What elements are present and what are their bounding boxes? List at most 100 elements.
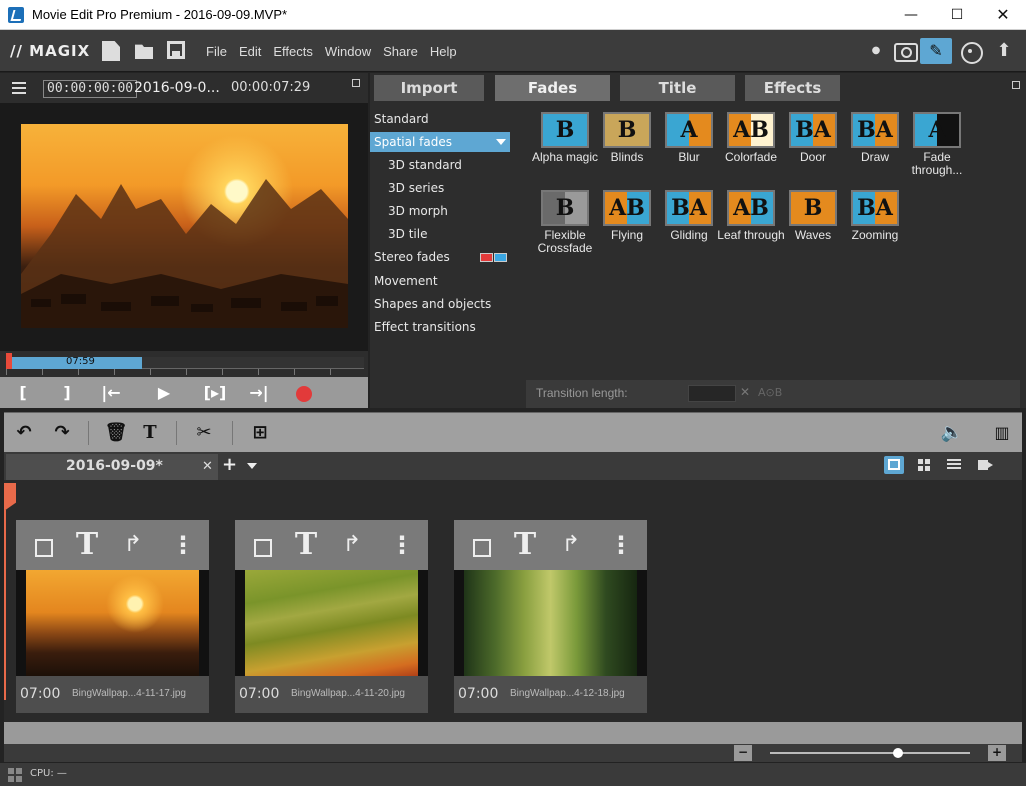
redo-icon[interactable]: ↷: [48, 421, 76, 445]
new-document-icon[interactable]: [102, 41, 120, 61]
fade-fade-through[interactable]: A Fade through...: [906, 109, 968, 183]
timeline-view-button[interactable]: [944, 456, 964, 474]
transition-length-input[interactable]: [688, 385, 736, 402]
clip-rotate-icon[interactable]: ↱: [118, 530, 148, 560]
play-button[interactable]: ▶: [151, 382, 177, 404]
current-timecode[interactable]: 00:00:00:00: [43, 80, 138, 98]
clip-text-icon[interactable]: T: [72, 530, 102, 560]
mark-in-button[interactable]: [: [10, 382, 36, 404]
category-shapes-and-objects[interactable]: Shapes and objects: [370, 294, 510, 314]
fade-zooming[interactable]: BA Zooming: [844, 187, 906, 261]
zoom-in-button[interactable]: +: [988, 745, 1006, 761]
grid-view-button[interactable]: [914, 456, 934, 474]
clip-select-icon[interactable]: [245, 530, 275, 560]
zoom-out-button[interactable]: −: [734, 745, 752, 761]
jump-end-button[interactable]: →|: [246, 382, 272, 404]
tab-import[interactable]: Import: [374, 75, 484, 101]
storyboard-clip[interactable]: T ↱ ⋮ 07:00 BingWallpap...4-11-20.jpg: [235, 520, 428, 713]
undo-icon[interactable]: ↶: [10, 421, 38, 445]
clip-more-icon[interactable]: ⋮: [387, 530, 417, 560]
record-camera-icon[interactable]: [890, 38, 918, 64]
fade-flexible-crossfade[interactable]: B Flexible Crossfade: [534, 187, 596, 261]
cut-icon[interactable]: ✂: [190, 421, 218, 445]
category-3d-morph[interactable]: 3D morph: [370, 201, 510, 221]
fade-flying[interactable]: AB Flying: [596, 187, 658, 261]
zoom-slider-knob[interactable]: [893, 748, 903, 758]
storyboard-clip[interactable]: T ↱ ⋮ 07:00 BingWallpap...4-11-17.jpg: [16, 520, 209, 713]
menu-file[interactable]: File: [200, 44, 233, 59]
fade-blinds[interactable]: B Blinds: [596, 109, 658, 183]
audio-meter-icon[interactable]: ▥: [988, 421, 1016, 445]
upload-icon[interactable]: ⬆: [990, 38, 1018, 64]
category-spatial-fades[interactable]: Spatial fades: [370, 132, 510, 152]
clip-select-icon[interactable]: [464, 530, 494, 560]
storyboard-clip[interactable]: T ↱ ⋮ 07:00 BingWallpap...4-12-18.jpg: [454, 520, 647, 713]
maximize-button[interactable]: ☐: [934, 0, 980, 30]
category-3d-series[interactable]: 3D series: [370, 178, 510, 198]
clear-transition-icon[interactable]: ✕: [740, 385, 750, 399]
zoom-slider-track[interactable]: [770, 748, 970, 758]
menu-window[interactable]: Window: [319, 44, 377, 59]
play-range-button[interactable]: [▸]: [202, 382, 228, 404]
hamburger-menu-icon[interactable]: [12, 82, 26, 94]
dot-icon[interactable]: ●: [862, 38, 890, 64]
multicam-view-button[interactable]: [974, 456, 994, 474]
clip-thumbnail[interactable]: [245, 570, 418, 676]
close-button[interactable]: ✕: [980, 0, 1026, 30]
menu-help[interactable]: Help: [424, 44, 463, 59]
clip-thumbnail[interactable]: [464, 570, 637, 676]
project-tab[interactable]: 2016-09-09* ✕: [6, 454, 218, 480]
category-3d-standard[interactable]: 3D standard: [370, 155, 510, 175]
category-movement[interactable]: Movement: [370, 271, 510, 291]
brush-icon[interactable]: ✎: [920, 38, 952, 64]
storyboard-view-button[interactable]: [884, 456, 904, 474]
preview-maximize-icon[interactable]: [352, 79, 360, 87]
storyboard-area[interactable]: T ↱ ⋮ 07:00 BingWallpap...4-11-17.jpg T ↱ ⋮ 07:0…: [4, 480, 1022, 744]
tab-fades[interactable]: Fades: [495, 75, 610, 101]
menu-edit[interactable]: Edit: [233, 44, 267, 59]
fade-alpha-magic[interactable]: B Alpha magic: [532, 109, 598, 183]
menu-effects[interactable]: Effects: [267, 44, 319, 59]
insert-icon[interactable]: ⊞: [246, 421, 274, 445]
add-project-icon[interactable]: +: [222, 454, 237, 475]
text-title-icon[interactable]: T: [136, 421, 164, 445]
tab-title[interactable]: Title: [620, 75, 735, 101]
category-stereo-fades[interactable]: Stereo fades: [370, 247, 510, 267]
project-dropdown-icon[interactable]: [247, 463, 257, 469]
fade-waves[interactable]: B Waves: [782, 187, 844, 261]
fade-blur[interactable]: A Blur: [658, 109, 720, 183]
clip-rotate-icon[interactable]: ↱: [556, 530, 586, 560]
menu-share[interactable]: Share: [377, 44, 424, 59]
scrub-bar[interactable]: 07:59: [0, 351, 368, 377]
clip-text-icon[interactable]: T: [291, 530, 321, 560]
fade-gliding[interactable]: BA Gliding: [658, 187, 720, 261]
clip-select-icon[interactable]: [26, 530, 56, 560]
open-folder-icon[interactable]: [135, 44, 153, 59]
fade-door[interactable]: BA Door: [782, 109, 844, 183]
ab-link-icon[interactable]: A⊙B: [758, 386, 782, 399]
playhead-flag[interactable]: [4, 483, 16, 511]
clip-more-icon[interactable]: ⋮: [168, 530, 198, 560]
preview-screen[interactable]: [0, 103, 368, 351]
media-maximize-icon[interactable]: [1012, 81, 1020, 89]
category-effect-transitions[interactable]: Effect transitions: [370, 317, 510, 337]
clip-thumbnail[interactable]: [26, 570, 199, 676]
category-3d-tile[interactable]: 3D tile: [370, 224, 510, 244]
scrub-track[interactable]: 07:59: [6, 353, 364, 369]
clip-rotate-icon[interactable]: ↱: [337, 530, 367, 560]
disc-icon[interactable]: [956, 38, 984, 64]
volume-icon[interactable]: 🔈: [938, 421, 966, 445]
minimize-button[interactable]: —: [888, 0, 934, 30]
fade-colorfade[interactable]: AB Colorfade: [720, 109, 782, 183]
fade-leaf-through[interactable]: AB Leaf through: [717, 187, 785, 261]
clip-text-icon[interactable]: T: [510, 530, 540, 560]
close-project-icon[interactable]: ✕: [202, 459, 213, 474]
playhead-marker[interactable]: [6, 353, 12, 369]
delete-icon[interactable]: 🗑: [102, 421, 130, 445]
save-icon[interactable]: [167, 41, 185, 59]
clip-more-icon[interactable]: ⋮: [606, 530, 636, 560]
fade-draw[interactable]: BA Draw: [844, 109, 906, 183]
storyboard-scrollbar[interactable]: [4, 722, 1022, 744]
mark-out-button[interactable]: ]: [54, 382, 80, 404]
jump-start-button[interactable]: |←: [98, 382, 124, 404]
